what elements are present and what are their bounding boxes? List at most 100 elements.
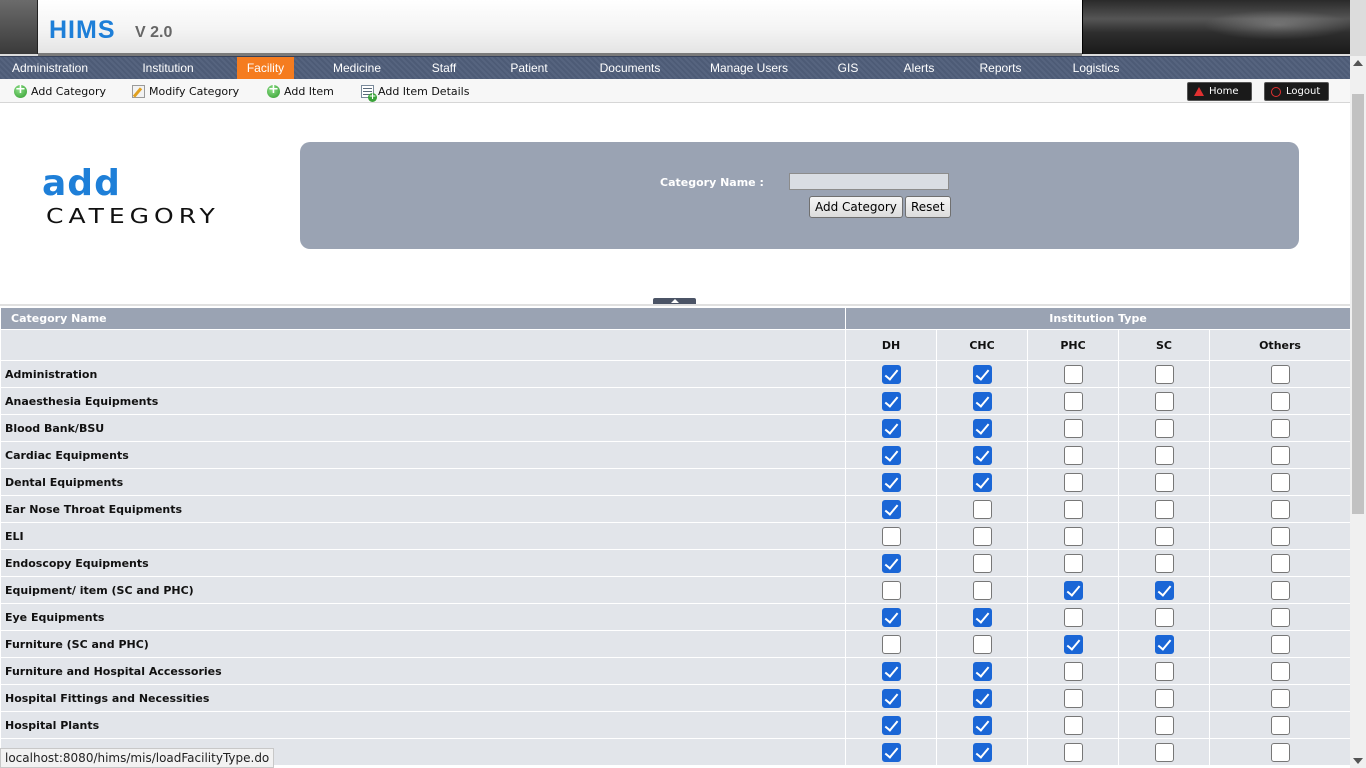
phc-checkbox[interactable]	[1063, 554, 1083, 573]
phc-checkbox[interactable]	[1063, 662, 1083, 681]
dh-checkbox[interactable]	[881, 473, 901, 492]
chc-checkbox[interactable]	[972, 581, 992, 600]
sc-checkbox[interactable]	[1154, 527, 1174, 546]
dh-checkbox[interactable]	[881, 527, 901, 546]
phc-checkbox[interactable]	[1063, 716, 1083, 735]
dh-checkbox[interactable]	[881, 554, 901, 573]
phc-checkbox[interactable]	[1063, 608, 1083, 627]
scroll-down-icon[interactable]	[1353, 758, 1363, 764]
nav-institution[interactable]: Institution	[127, 57, 209, 80]
sc-checkbox[interactable]	[1154, 608, 1174, 627]
others-checkbox[interactable]	[1270, 473, 1290, 492]
others-checkbox[interactable]	[1270, 635, 1290, 654]
dh-checkbox[interactable]	[881, 662, 901, 681]
logout-button[interactable]: Logout	[1264, 82, 1329, 101]
reset-button[interactable]: Reset	[905, 196, 951, 218]
nav-gis[interactable]: GIS	[828, 57, 868, 80]
sc-checkbox[interactable]	[1154, 581, 1174, 600]
phc-checkbox[interactable]	[1063, 365, 1083, 384]
sc-checkbox[interactable]	[1154, 635, 1174, 654]
chc-checkbox[interactable]	[972, 554, 992, 573]
nav-documents[interactable]: Documents	[590, 57, 670, 80]
scrollbar-thumb[interactable]	[1352, 94, 1364, 514]
category-name-input[interactable]	[789, 173, 949, 190]
subnav-add-item-details[interactable]: Add Item Details	[361, 83, 469, 102]
sc-checkbox[interactable]	[1154, 716, 1174, 735]
others-checkbox[interactable]	[1270, 365, 1290, 384]
others-checkbox[interactable]	[1270, 419, 1290, 438]
others-checkbox[interactable]	[1270, 689, 1290, 708]
others-checkbox[interactable]	[1270, 662, 1290, 681]
chc-checkbox[interactable]	[972, 608, 992, 627]
sc-checkbox[interactable]	[1154, 392, 1174, 411]
nav-medicine[interactable]: Medicine	[322, 57, 392, 80]
sc-checkbox[interactable]	[1154, 743, 1174, 762]
chc-checkbox[interactable]	[972, 635, 992, 654]
vertical-scrollbar[interactable]	[1350, 56, 1366, 768]
sc-checkbox[interactable]	[1154, 554, 1174, 573]
nav-manage-users[interactable]: Manage Users	[700, 57, 798, 80]
dh-checkbox[interactable]	[881, 716, 901, 735]
nav-patient[interactable]: Patient	[498, 57, 560, 80]
phc-checkbox[interactable]	[1063, 473, 1083, 492]
dh-checkbox[interactable]	[881, 446, 901, 465]
phc-checkbox[interactable]	[1063, 581, 1083, 600]
others-checkbox[interactable]	[1270, 527, 1290, 546]
dh-checkbox[interactable]	[881, 743, 901, 762]
others-checkbox[interactable]	[1270, 500, 1290, 519]
chc-checkbox[interactable]	[972, 689, 992, 708]
nav-facility[interactable]: Facility	[237, 57, 294, 80]
phc-checkbox[interactable]	[1063, 392, 1083, 411]
others-checkbox[interactable]	[1270, 554, 1290, 573]
scroll-up-icon[interactable]	[1353, 60, 1363, 66]
nav-alerts[interactable]: Alerts	[895, 57, 943, 80]
dh-checkbox[interactable]	[881, 365, 901, 384]
chc-checkbox[interactable]	[972, 743, 992, 762]
chc-checkbox[interactable]	[972, 446, 992, 465]
nav-staff[interactable]: Staff	[420, 57, 468, 80]
dh-checkbox[interactable]	[881, 635, 901, 654]
sc-checkbox[interactable]	[1154, 419, 1174, 438]
phc-checkbox[interactable]	[1063, 446, 1083, 465]
subnav-add-item[interactable]: Add Item	[267, 82, 334, 99]
phc-checkbox[interactable]	[1063, 689, 1083, 708]
subnav-add-category[interactable]: Add Category	[14, 82, 106, 99]
others-checkbox[interactable]	[1270, 392, 1290, 411]
chc-checkbox[interactable]	[972, 419, 992, 438]
dh-checkbox[interactable]	[881, 419, 901, 438]
sc-checkbox[interactable]	[1154, 473, 1174, 492]
sc-checkbox[interactable]	[1154, 662, 1174, 681]
chc-checkbox[interactable]	[972, 716, 992, 735]
phc-checkbox[interactable]	[1063, 743, 1083, 762]
dh-checkbox[interactable]	[881, 581, 901, 600]
others-checkbox[interactable]	[1270, 446, 1290, 465]
dh-checkbox[interactable]	[881, 689, 901, 708]
phc-checkbox[interactable]	[1063, 500, 1083, 519]
dh-checkbox[interactable]	[881, 392, 901, 411]
dh-checkbox[interactable]	[881, 608, 901, 627]
sc-checkbox[interactable]	[1154, 500, 1174, 519]
add-category-button[interactable]: Add Category	[809, 196, 903, 218]
others-checkbox[interactable]	[1270, 716, 1290, 735]
phc-checkbox[interactable]	[1063, 419, 1083, 438]
others-checkbox[interactable]	[1270, 581, 1290, 600]
sc-checkbox[interactable]	[1154, 446, 1174, 465]
chc-checkbox[interactable]	[972, 392, 992, 411]
others-checkbox[interactable]	[1270, 743, 1290, 762]
nav-reports[interactable]: Reports	[972, 57, 1029, 80]
chc-checkbox[interactable]	[972, 500, 992, 519]
dh-checkbox[interactable]	[881, 500, 901, 519]
phc-checkbox[interactable]	[1063, 527, 1083, 546]
sc-checkbox[interactable]	[1154, 689, 1174, 708]
phc-checkbox[interactable]	[1063, 635, 1083, 654]
chc-checkbox[interactable]	[972, 662, 992, 681]
chc-checkbox[interactable]	[972, 473, 992, 492]
others-checkbox[interactable]	[1270, 608, 1290, 627]
home-button[interactable]: Home	[1187, 82, 1252, 101]
sc-checkbox[interactable]	[1154, 365, 1174, 384]
chc-checkbox[interactable]	[972, 527, 992, 546]
subnav-modify-category[interactable]: Modify Category	[132, 83, 239, 99]
nav-logistics[interactable]: Logistics	[1062, 57, 1130, 80]
nav-administration[interactable]: Administration	[0, 57, 100, 80]
chc-checkbox[interactable]	[972, 365, 992, 384]
